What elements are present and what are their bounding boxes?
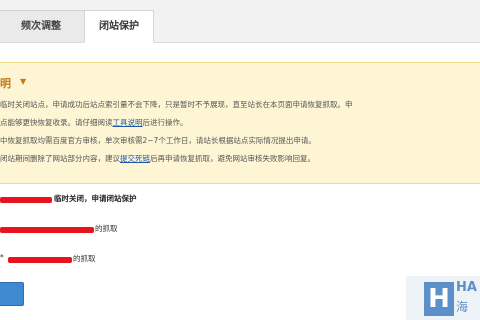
notice-line-3: 中恢复抓取均需百度官方审核，单次审核需2~7个工作日，请站长根据站点实际情况提出… — [0, 136, 316, 145]
tab-frequency-adjust[interactable]: 频次调整 — [0, 10, 86, 42]
crawl-line-1: 的抓取 — [95, 224, 118, 233]
required-mark: * — [0, 253, 4, 262]
notice-box: 明 ▼ 临时关闭站点，申请成功后站点索引量不会下降，只是暂时不予展现，直至站长在… — [0, 62, 480, 184]
submit-dead-links-link[interactable]: 提交死链 — [120, 154, 150, 163]
close-protection-heading: 临时关闭，申请闭站保护 — [54, 194, 137, 203]
notice-line-4-text: 闭站期间删除了网站部分内容，建议 — [0, 154, 120, 163]
submit-button[interactable] — [0, 282, 24, 306]
notice-title: 明 — [0, 77, 11, 90]
logo-text-bottom: 海 — [456, 300, 469, 314]
notice-line-2: 点能够更快恢复收录。请仔细阅读工具说明后进行操作。 — [0, 117, 188, 128]
crawl-line-2: 的抓取 — [73, 254, 96, 263]
logo-mark: H — [424, 282, 454, 316]
logo-text-top: HA — [456, 280, 477, 295]
tool-guide-link[interactable]: 工具说明 — [113, 118, 143, 127]
notice-line-2-tail: 后进行操作。 — [142, 118, 188, 127]
notice-line-4: 闭站期间删除了网站部分内容，建议提交死链后再申请恢复抓取，避免网站审核失败影响回… — [0, 153, 315, 164]
redacted-site-3 — [8, 257, 72, 263]
watermark-logo: H HA 海 — [406, 276, 480, 320]
chevron-down-icon[interactable]: ▼ — [20, 77, 26, 86]
redacted-site-1 — [0, 197, 52, 203]
notice-line-2-text: 点能够更快恢复收录。请仔细阅读 — [0, 118, 113, 127]
tab-bar: 频次调整 闭站保护 — [0, 0, 480, 43]
redacted-site-2 — [0, 227, 94, 233]
tab-site-close-protection[interactable]: 闭站保护 — [84, 10, 154, 43]
notice-line-4-tail: 后再申请恢复抓取，避免网站审核失败影响回复。 — [150, 154, 315, 163]
notice-line-1: 临时关闭站点，申请成功后站点索引量不会下降，只是暂时不予展现，直至站长在本页面申… — [0, 100, 353, 109]
